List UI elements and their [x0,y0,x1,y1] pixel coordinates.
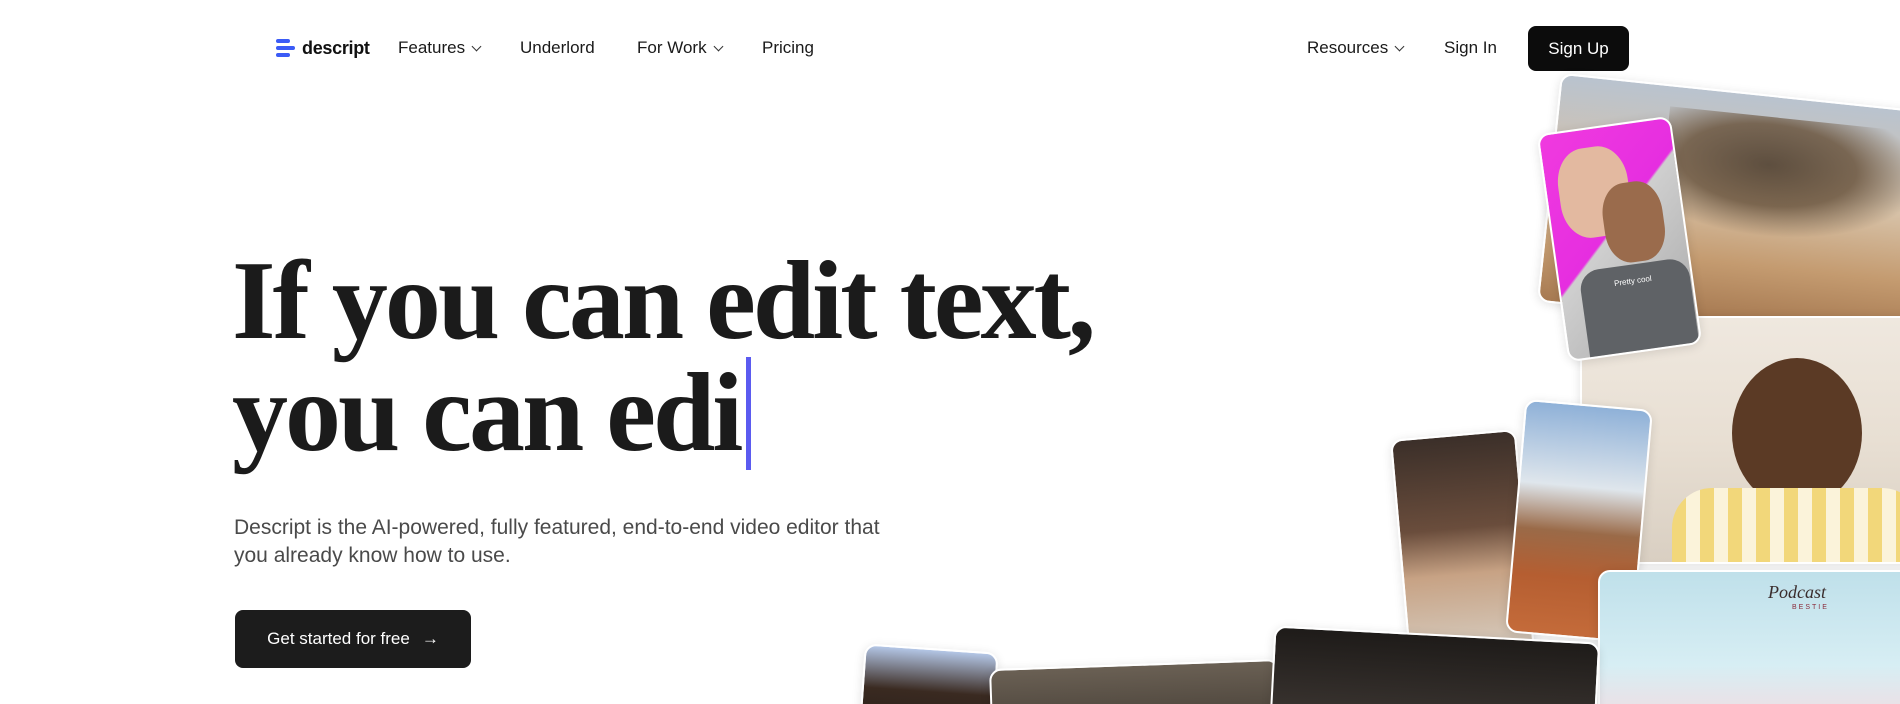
chevron-down-icon [713,41,724,51]
hero-headline-typing-text: you can edi [232,351,743,475]
collage-studio-image [1269,625,1601,704]
sign-in-label: Sign In [1444,38,1497,57]
nav-underlord[interactable]: Underlord [520,38,595,58]
nav-features-label: Features [398,38,466,57]
hero-headline: If you can edit text, you can edi [232,239,1096,470]
nav-for-work-label: For Work [637,38,707,57]
chevron-down-icon [1394,41,1405,51]
get-started-button[interactable]: Get started for free → [235,610,471,668]
nav-features[interactable]: Features [398,38,482,58]
chevron-down-icon [471,41,482,51]
hero-subtitle: Descript is the AI-powered, fully featur… [234,516,880,567]
get-started-label: Get started for free [267,629,410,648]
collage-man-portrait-image [859,643,999,704]
nav-for-work[interactable]: For Work [637,38,724,58]
brand-name: descript [302,37,370,58]
hero-headline-line-1: If you can edit text, [232,239,1096,363]
nav-underlord-label: Underlord [520,38,595,57]
nav-resources-label: Resources [1307,38,1389,57]
hero-headline-line-2: you can edi [232,357,1093,470]
podcast-logo: Podcast [1768,582,1826,602]
sign-up-button[interactable]: Sign Up [1528,26,1629,71]
descript-logo-icon [276,36,296,60]
podcast-sublogo: BESTIE [1792,604,1829,611]
sign-in-link[interactable]: Sign In [1444,38,1497,58]
descript-logo[interactable]: descript [276,36,370,60]
nav-resources[interactable]: Resources [1307,38,1405,58]
collage-podcast-image: Podcast BESTIE [1598,570,1900,704]
collage-room-image [989,658,1281,704]
text-caret [746,357,752,470]
nav-pricing-label: Pricing [762,38,814,57]
nav-pricing[interactable]: Pricing [762,38,814,58]
arrow-right-icon: → [421,629,439,648]
